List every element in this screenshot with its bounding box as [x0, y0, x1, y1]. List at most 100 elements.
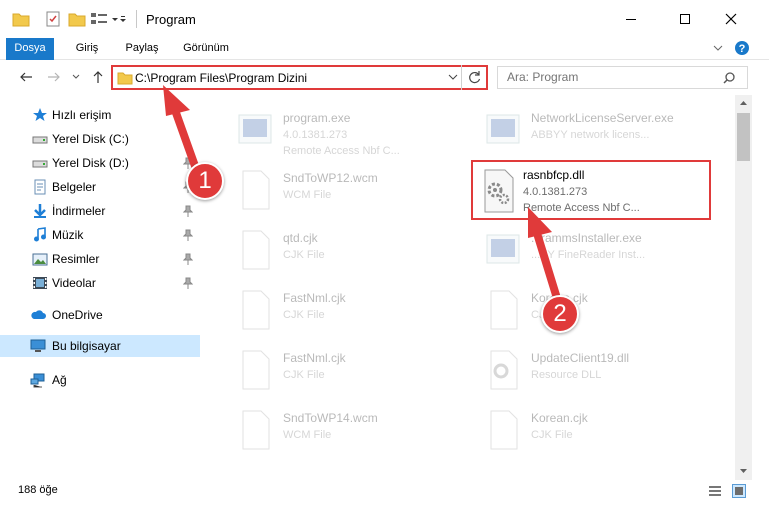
document-file-icon [490, 290, 518, 330]
nav-item-documents[interactable]: Belgeler [0, 176, 200, 198]
file-details: ABBYY network licens... [531, 129, 650, 141]
nav-item-pictures[interactable]: Resimler [0, 248, 200, 270]
nav-item-this-pc[interactable]: Bu bilgisayar [0, 335, 200, 357]
nav-item-downloads[interactable]: İndirmeler [0, 200, 200, 222]
pin-icon[interactable] [183, 229, 193, 241]
file-item[interactable]: FastNml.cjk CJK File [215, 343, 445, 399]
forward-arrow-icon [48, 72, 60, 82]
tab-share[interactable]: Paylaş [118, 38, 166, 60]
large-icons-view-icon[interactable] [732, 484, 746, 498]
nav-item-label: Resimler [52, 252, 100, 266]
tab-file[interactable]: Dosya [6, 38, 54, 60]
nav-item-label: Bu bilgisayar [52, 339, 121, 353]
nav-item-local-disk-d[interactable]: Yerel Disk (D:) [0, 152, 200, 174]
address-bar[interactable]: C:\Program Files\Program Dizini [111, 65, 488, 90]
search-input[interactable] [507, 70, 707, 84]
file-details: WCM File [283, 429, 332, 441]
file-item[interactable]: NetworkLicenseServer.exe ABBYY network l… [463, 103, 693, 159]
window-title: Program [146, 12, 196, 27]
file-item[interactable]: Korean.cjk CJK File [463, 403, 693, 459]
nav-item-onedrive[interactable]: OneDrive [0, 304, 200, 326]
forward-button[interactable] [44, 67, 64, 87]
file-item[interactable]: program.exe 4.0.1381.273 Remote Access Nb… [215, 103, 445, 159]
file-item[interactable]: FastNml.cjk CJK File [215, 283, 445, 339]
svg-text:?: ? [739, 43, 746, 55]
file-item[interactable]: qtd.cjk CJK File [215, 223, 445, 279]
file-details: CJK File [531, 429, 573, 441]
nav-item-label: Yerel Disk (D:) [52, 156, 129, 170]
up-arrow-icon [93, 71, 103, 83]
help-icon[interactable]: ? [734, 40, 750, 59]
search-box[interactable] [497, 66, 748, 89]
dll-gear-icon [490, 350, 518, 390]
title-separator [136, 10, 137, 28]
nav-item-label: Videolar [52, 276, 96, 290]
file-details: WCM File [283, 189, 332, 201]
expand-ribbon-icon[interactable] [712, 42, 724, 57]
videos-icon [33, 277, 47, 289]
new-folder-icon[interactable] [68, 10, 86, 30]
file-item[interactable]: UpdateClient19.dll Resource DLL [463, 343, 693, 399]
address-separator [461, 65, 462, 90]
nav-item-network[interactable]: Ağ [0, 369, 200, 391]
tab-view[interactable]: Görünüm [176, 38, 236, 60]
file-details: CJK File [283, 249, 325, 261]
nav-item-label: Hızlı erişim [52, 108, 112, 122]
pin-icon[interactable] [183, 253, 193, 265]
file-name: program.exe [283, 111, 351, 125]
file-list: program.exe 4.0.1381.273 Remote Access Nb… [205, 95, 735, 480]
vertical-scrollbar[interactable] [735, 95, 752, 480]
document-file-icon [242, 170, 270, 210]
address-row: C:\Program Files\Program Dizini [0, 61, 769, 93]
nav-item-music[interactable]: Müzik [0, 224, 200, 246]
customize-toolbar-icon[interactable] [90, 10, 126, 30]
status-bar: 188 öğe [0, 480, 769, 502]
nav-item-quick-access[interactable]: Hızlı erişim [0, 104, 200, 126]
file-item[interactable]: ...rammsInstaller.exe ...YY FineReader I… [463, 223, 693, 279]
chevron-down-icon [72, 74, 80, 79]
document-file-icon [242, 350, 270, 390]
minimize-icon [626, 19, 636, 20]
star-icon [33, 108, 47, 121]
title-bar: Program [0, 0, 769, 38]
navigation-pane: Hızlı erişim Yerel Disk (C:) Yerel Disk … [0, 95, 205, 470]
search-icon[interactable] [722, 71, 736, 88]
nav-item-label: Ağ [52, 373, 67, 387]
file-item-rasnbfcp[interactable]: rasnbfcp.dll 4.0.1381.273 Remote Access N… [471, 160, 711, 220]
minimize-button[interactable] [608, 0, 654, 38]
scroll-down-icon[interactable] [739, 467, 748, 475]
documents-icon [34, 179, 46, 195]
details-view-icon[interactable] [708, 484, 722, 498]
maximize-button[interactable] [662, 0, 708, 38]
exe-file-icon [486, 234, 520, 264]
pin-icon[interactable] [183, 205, 193, 217]
close-button[interactable] [708, 0, 754, 38]
pictures-icon [32, 253, 48, 266]
back-button[interactable] [16, 67, 36, 87]
annotation-badge-2: 2 [541, 295, 579, 333]
file-name: qtd.cjk [283, 231, 318, 245]
nav-item-local-disk-c[interactable]: Yerel Disk (C:) [0, 128, 200, 150]
download-icon [34, 204, 46, 218]
nav-item-videos[interactable]: Videolar [0, 272, 200, 294]
pin-icon[interactable] [183, 277, 193, 289]
exe-file-icon [238, 114, 272, 144]
file-name: UpdateClient19.dll [531, 351, 630, 365]
nav-item-label: Yerel Disk (C:) [52, 132, 129, 146]
refresh-icon[interactable] [468, 70, 482, 87]
file-item[interactable]: SndToWP14.wcm WCM File [215, 403, 445, 459]
file-name: Korean.cjk [531, 411, 588, 425]
scrollbar-thumb[interactable] [737, 113, 750, 161]
tab-home[interactable]: Giriş [66, 38, 108, 60]
address-dropdown-icon[interactable] [447, 71, 459, 86]
scroll-up-icon[interactable] [739, 99, 748, 107]
nav-item-label: Belgeler [52, 180, 97, 194]
recent-locations-button[interactable] [66, 67, 86, 87]
item-count: 188 öğe [18, 484, 58, 496]
file-item[interactable]: SndToWP12.wcm WCM File [215, 163, 445, 219]
ribbon-tabs: Dosya Giriş Paylaş Görünüm ? [0, 38, 769, 60]
up-button[interactable] [88, 67, 108, 87]
drive-icon [32, 160, 48, 168]
properties-icon[interactable] [44, 10, 62, 30]
dll-gear-icon [484, 169, 514, 213]
